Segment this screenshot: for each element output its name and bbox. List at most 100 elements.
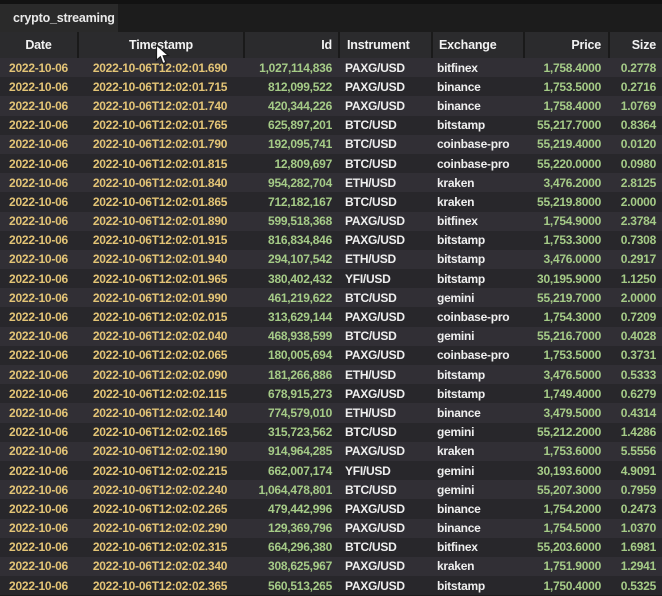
cell-timestamp: 2022-10-06T12:02:01.890 bbox=[77, 212, 243, 231]
table-row[interactable]: 2022-10-062022-10-06T12:02:02.265479,442… bbox=[0, 499, 662, 518]
table-row[interactable]: 2022-10-062022-10-06T12:02:01.890599,518… bbox=[0, 212, 662, 231]
table-row[interactable]: 2022-10-062022-10-06T12:02:01.915816,834… bbox=[0, 231, 662, 250]
cell-price: 3,476.0000 bbox=[523, 250, 608, 269]
cell-instrument: PAXG/USD bbox=[338, 307, 431, 326]
cell-instrument: PAXG/USD bbox=[338, 557, 431, 576]
cell-timestamp: 2022-10-06T12:02:02.090 bbox=[77, 365, 243, 384]
cell-size: 1.4286 bbox=[608, 423, 662, 442]
cell-exchange: gemini bbox=[431, 327, 523, 346]
cell-timestamp: 2022-10-06T12:02:02.165 bbox=[77, 423, 243, 442]
cell-instrument: PAXG/USD bbox=[338, 519, 431, 538]
cell-size: 4.9091 bbox=[608, 461, 662, 480]
cell-timestamp: 2022-10-06T12:02:02.240 bbox=[77, 480, 243, 499]
cell-exchange: gemini bbox=[431, 461, 523, 480]
cell-instrument: BTC/USD bbox=[338, 288, 431, 307]
cell-timestamp: 2022-10-06T12:02:01.990 bbox=[77, 288, 243, 307]
cell-date: 2022-10-06 bbox=[0, 576, 77, 595]
table-row[interactable]: 2022-10-062022-10-06T12:02:02.090181,266… bbox=[0, 365, 662, 384]
cell-price: 1,758.4000 bbox=[523, 58, 608, 77]
table-row[interactable]: 2022-10-062022-10-06T12:02:02.015313,629… bbox=[0, 307, 662, 326]
cell-instrument: PAXG/USD bbox=[338, 346, 431, 365]
cell-price: 30,193.6000 bbox=[523, 461, 608, 480]
cell-price: 1,753.5000 bbox=[523, 77, 608, 96]
column-header-size[interactable]: Size bbox=[608, 32, 662, 58]
cell-date: 2022-10-06 bbox=[0, 327, 77, 346]
table-row[interactable]: 2022-10-062022-10-06T12:02:02.165315,723… bbox=[0, 423, 662, 442]
cell-size: 0.2917 bbox=[608, 250, 662, 269]
cell-exchange: coinbase-pro bbox=[431, 135, 523, 154]
cell-instrument: PAXG/USD bbox=[338, 77, 431, 96]
cell-instrument: BTC/USD bbox=[338, 116, 431, 135]
column-header-instrument[interactable]: Instrument bbox=[338, 32, 431, 58]
table-row[interactable]: 2022-10-062022-10-06T12:02:02.040468,938… bbox=[0, 327, 662, 346]
cell-timestamp: 2022-10-06T12:02:01.790 bbox=[77, 135, 243, 154]
cell-exchange: gemini bbox=[431, 480, 523, 499]
tab-bar: crypto_streaming bbox=[0, 4, 662, 32]
cell-instrument: ETH/USD bbox=[338, 403, 431, 422]
table-row[interactable]: 2022-10-062022-10-06T12:02:02.140774,579… bbox=[0, 403, 662, 422]
cell-date: 2022-10-06 bbox=[0, 461, 77, 480]
table-row[interactable]: 2022-10-062022-10-06T12:02:01.840954,282… bbox=[0, 173, 662, 192]
column-header-price[interactable]: Price bbox=[523, 32, 608, 58]
table-row[interactable]: 2022-10-062022-10-06T12:02:02.2401,064,4… bbox=[0, 480, 662, 499]
cell-exchange: coinbase-pro bbox=[431, 307, 523, 326]
cell-timestamp: 2022-10-06T12:02:02.315 bbox=[77, 538, 243, 557]
table-row[interactable]: 2022-10-062022-10-06T12:02:01.6901,027,1… bbox=[0, 58, 662, 77]
cell-id: 420,344,226 bbox=[243, 96, 338, 115]
cell-instrument: PAXG/USD bbox=[338, 231, 431, 250]
cell-date: 2022-10-06 bbox=[0, 58, 77, 77]
cell-date: 2022-10-06 bbox=[0, 192, 77, 211]
cell-id: 774,579,010 bbox=[243, 403, 338, 422]
cell-exchange: bitstamp bbox=[431, 250, 523, 269]
cell-size: 2.0000 bbox=[608, 192, 662, 211]
table-row[interactable]: 2022-10-062022-10-06T12:02:02.115678,915… bbox=[0, 384, 662, 403]
table-row[interactable]: 2022-10-062022-10-06T12:02:01.715812,099… bbox=[0, 77, 662, 96]
cell-price: 1,753.6000 bbox=[523, 442, 608, 461]
column-header-date[interactable]: Date bbox=[0, 32, 77, 58]
cell-size: 0.6279 bbox=[608, 384, 662, 403]
cell-instrument: ETH/USD bbox=[338, 250, 431, 269]
cell-timestamp: 2022-10-06T12:02:02.115 bbox=[77, 384, 243, 403]
table-body: 2022-10-062022-10-06T12:02:01.6901,027,1… bbox=[0, 58, 662, 595]
cell-instrument: YFI/USD bbox=[338, 461, 431, 480]
table-row[interactable]: 2022-10-062022-10-06T12:02:01.740420,344… bbox=[0, 96, 662, 115]
table-row[interactable]: 2022-10-062022-10-06T12:02:01.940294,107… bbox=[0, 250, 662, 269]
table-row[interactable]: 2022-10-062022-10-06T12:02:01.765625,897… bbox=[0, 116, 662, 135]
cell-timestamp: 2022-10-06T12:02:01.740 bbox=[77, 96, 243, 115]
cell-size: 1.0769 bbox=[608, 96, 662, 115]
table-row[interactable]: 2022-10-062022-10-06T12:02:02.315664,296… bbox=[0, 538, 662, 557]
cell-id: 914,964,285 bbox=[243, 442, 338, 461]
cell-id: 12,809,697 bbox=[243, 154, 338, 173]
cell-id: 712,182,167 bbox=[243, 192, 338, 211]
table-row[interactable]: 2022-10-062022-10-06T12:02:02.340308,625… bbox=[0, 557, 662, 576]
table-row[interactable]: 2022-10-062022-10-06T12:02:02.065180,005… bbox=[0, 346, 662, 365]
column-header-exchange[interactable]: Exchange bbox=[431, 32, 523, 58]
cell-price: 1,754.2000 bbox=[523, 499, 608, 518]
table-row[interactable]: 2022-10-062022-10-06T12:02:02.190914,964… bbox=[0, 442, 662, 461]
cell-price: 3,476.2000 bbox=[523, 173, 608, 192]
cell-id: 180,005,694 bbox=[243, 346, 338, 365]
cell-id: 294,107,542 bbox=[243, 250, 338, 269]
table-row[interactable]: 2022-10-062022-10-06T12:02:02.290129,369… bbox=[0, 519, 662, 538]
cell-date: 2022-10-06 bbox=[0, 154, 77, 173]
column-header-timestamp[interactable]: Timestamp bbox=[77, 32, 243, 58]
table-row[interactable]: 2022-10-062022-10-06T12:02:01.865712,182… bbox=[0, 192, 662, 211]
cell-timestamp: 2022-10-06T12:02:02.215 bbox=[77, 461, 243, 480]
cell-exchange: bitfinex bbox=[431, 538, 523, 557]
table-row[interactable]: 2022-10-062022-10-06T12:02:01.790192,095… bbox=[0, 135, 662, 154]
table-row[interactable]: 2022-10-062022-10-06T12:02:02.215662,007… bbox=[0, 461, 662, 480]
cell-instrument: BTC/USD bbox=[338, 538, 431, 557]
column-header-id[interactable]: Id bbox=[243, 32, 338, 58]
table-row[interactable]: 2022-10-062022-10-06T12:02:01.81512,809,… bbox=[0, 154, 662, 173]
cell-instrument: YFI/USD bbox=[338, 269, 431, 288]
table-row[interactable]: 2022-10-062022-10-06T12:02:01.965380,402… bbox=[0, 269, 662, 288]
cell-price: 1,750.4000 bbox=[523, 576, 608, 595]
cell-id: 954,282,704 bbox=[243, 173, 338, 192]
table-row[interactable]: 2022-10-062022-10-06T12:02:02.365560,513… bbox=[0, 576, 662, 595]
table-row[interactable]: 2022-10-062022-10-06T12:02:01.990461,219… bbox=[0, 288, 662, 307]
tab-crypto-streaming[interactable]: crypto_streaming bbox=[0, 4, 118, 32]
cell-exchange: coinbase-pro bbox=[431, 154, 523, 173]
cell-timestamp: 2022-10-06T12:02:01.715 bbox=[77, 77, 243, 96]
cell-date: 2022-10-06 bbox=[0, 173, 77, 192]
cell-instrument: BTC/USD bbox=[338, 327, 431, 346]
